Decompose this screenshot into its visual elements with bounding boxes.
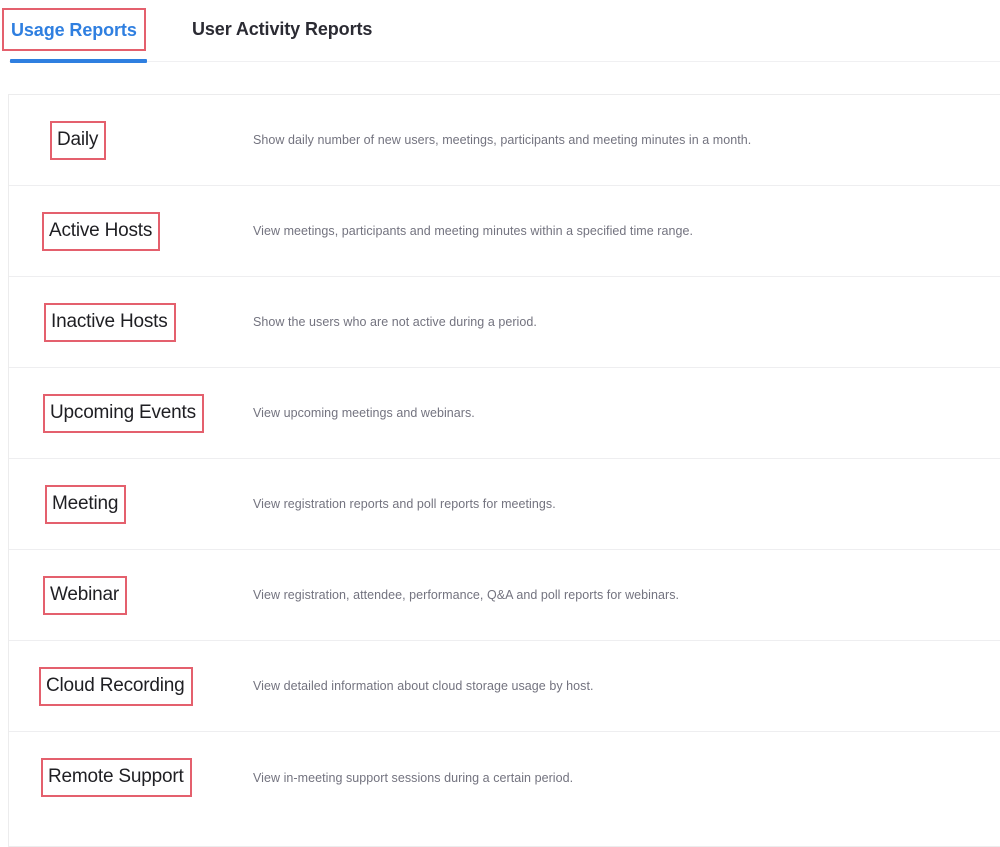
report-label-wrap: Cloud Recording <box>39 666 193 706</box>
report-row-cloud-recording[interactable]: Cloud Recording View detailed informatio… <box>9 641 1000 732</box>
report-label[interactable]: Cloud Recording <box>39 666 193 706</box>
reports-list-card: Daily Show daily number of new users, me… <box>8 94 1000 847</box>
report-label-wrap: Active Hosts <box>42 211 161 251</box>
report-row-daily[interactable]: Daily Show daily number of new users, me… <box>9 95 1000 186</box>
report-label[interactable]: Daily <box>50 120 107 160</box>
report-row-upcoming-events[interactable]: Upcoming Events View upcoming meetings a… <box>9 368 1000 459</box>
report-label[interactable]: Inactive Hosts <box>44 302 176 342</box>
tab-user-activity-reports-label: User Activity Reports <box>192 19 373 39</box>
tab-bar: Usage Reports User Activity Reports <box>0 0 1000 63</box>
report-label[interactable]: Remote Support <box>41 758 192 797</box>
report-label-wrap: Daily <box>50 120 107 160</box>
report-description: View detailed information about cloud st… <box>253 679 594 693</box>
report-row-meeting[interactable]: Meeting View registration reports and po… <box>9 459 1000 550</box>
report-description: Show daily number of new users, meetings… <box>253 133 752 147</box>
report-description: View meetings, participants and meeting … <box>253 224 694 238</box>
report-description: View in-meeting support sessions during … <box>253 770 574 785</box>
report-row-remote-support[interactable]: Remote Support View in-meeting support s… <box>9 732 1000 823</box>
report-row-webinar[interactable]: Webinar View registration, attendee, per… <box>9 550 1000 641</box>
report-description: View upcoming meetings and webinars. <box>253 406 475 420</box>
report-description: View registration, attendee, performance… <box>253 588 680 602</box>
report-label[interactable]: Webinar <box>43 575 128 615</box>
report-label-wrap: Upcoming Events <box>43 393 204 433</box>
report-label-wrap: Meeting <box>45 484 127 524</box>
tab-bar-divider <box>9 61 1000 62</box>
report-row-inactive-hosts[interactable]: Inactive Hosts Show the users who are no… <box>9 277 1000 368</box>
report-label[interactable]: Meeting <box>45 484 127 524</box>
report-label-wrap: Inactive Hosts <box>44 302 176 342</box>
report-label[interactable]: Upcoming Events <box>43 393 204 433</box>
tab-user-activity-reports[interactable]: User Activity Reports <box>185 12 379 46</box>
tab-usage-reports-label: Usage Reports <box>11 19 137 40</box>
tab-usage-reports[interactable]: Usage Reports <box>2 8 146 51</box>
active-tab-underline <box>10 59 147 63</box>
report-label-wrap: Remote Support <box>41 758 192 797</box>
report-label[interactable]: Active Hosts <box>42 211 161 251</box>
report-row-active-hosts[interactable]: Active Hosts View meetings, participants… <box>9 186 1000 277</box>
report-description: View registration reports and poll repor… <box>253 497 556 511</box>
report-label-wrap: Webinar <box>43 575 128 615</box>
report-description: Show the users who are not active during… <box>253 315 537 329</box>
